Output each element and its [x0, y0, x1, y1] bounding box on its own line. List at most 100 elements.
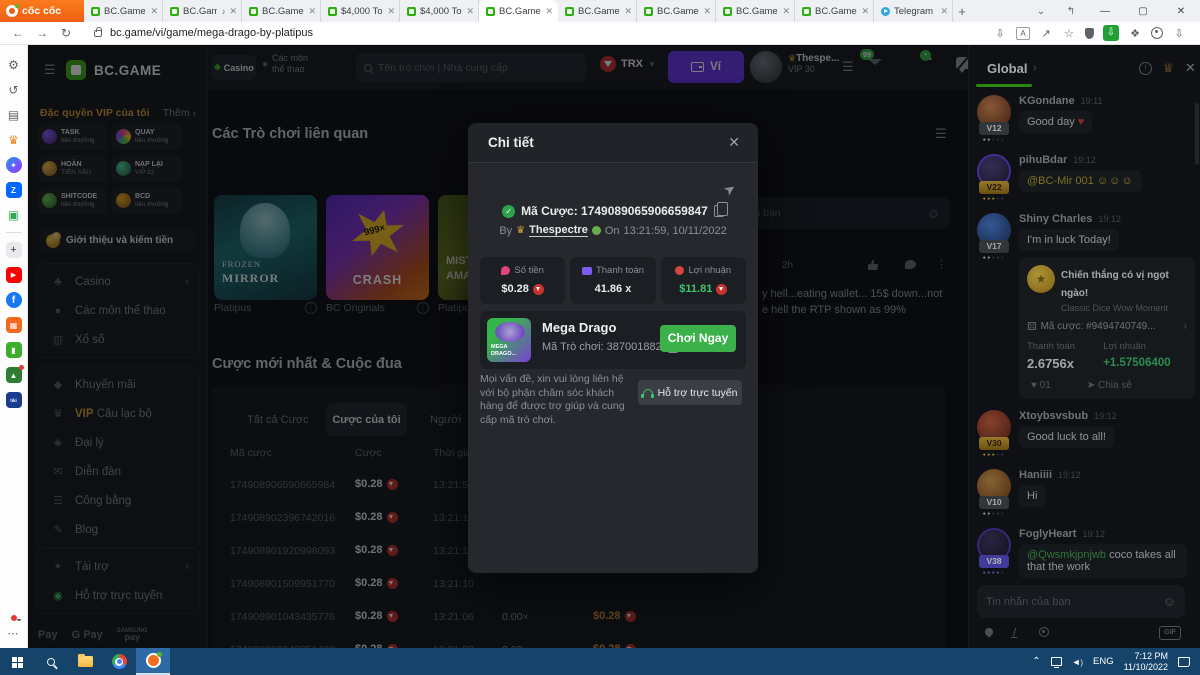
back-icon[interactable]: ← — [6, 26, 30, 40]
extensions-icon[interactable]: ❖ — [1128, 27, 1142, 40]
stat-value: 41.86 x — [595, 283, 632, 295]
bet-details-modal: Chi tiết ✕ ➤ ✓ Mã Cược: 1749089065906659… — [468, 123, 758, 573]
sidebar-more-icon[interactable]: ⋯ — [8, 627, 20, 640]
minimize-button[interactable]: — — [1086, 0, 1124, 22]
url-text[interactable]: bc.game/vi/game/mega-drago-by-platipus — [110, 27, 313, 39]
stat-icon — [582, 267, 592, 275]
browser-tab-bar: cốc cốc BC.Game ✕ BC.Gam ♪ ✕ — [0, 0, 1200, 22]
messenger-icon[interactable]: ✦ — [6, 157, 22, 173]
tab-close-icon[interactable]: ✕ — [545, 6, 553, 17]
tab-close-icon[interactable]: ✕ — [624, 6, 632, 17]
start-button[interactable] — [0, 648, 34, 675]
games-icon[interactable]: ▣ — [6, 207, 22, 223]
tab-close-icon[interactable]: ✕ — [703, 6, 711, 17]
adblock-shield-icon[interactable] — [1085, 28, 1094, 39]
modal-backdrop-chat[interactable] — [968, 45, 1200, 648]
tab-history-icon[interactable]: ↰ — [1056, 6, 1086, 17]
close-button[interactable]: ✕ — [1162, 0, 1200, 22]
coccoc-brand[interactable]: cốc cốc — [0, 0, 84, 22]
tab-close-icon[interactable]: ✕ — [466, 6, 474, 17]
new-tab-button[interactable]: + — [953, 0, 971, 22]
clock[interactable]: 7:12 PM11/10/2022 — [1124, 651, 1168, 672]
feed-icon[interactable]: ▤ — [6, 107, 22, 123]
history-icon[interactable]: ↺ — [6, 82, 22, 98]
downloads-tray-icon[interactable]: ⇩ — [1172, 27, 1186, 40]
study-icon[interactable]: ▲ — [6, 367, 22, 383]
bet-datetime: 13:21:59, 10/11/2022 — [624, 225, 727, 237]
browser-tab[interactable]: BC.Game ✕ — [716, 0, 795, 22]
tab-audio-icon[interactable]: ♪ — [221, 7, 225, 16]
tray-expand-icon[interactable]: ⌃ — [1032, 656, 1040, 667]
tab-title: BC.Game — [736, 6, 778, 17]
crown-vip-icon[interactable]: ♛ — [6, 132, 22, 148]
language-indicator[interactable]: ENG — [1093, 656, 1114, 667]
modal-close-icon[interactable]: ✕ — [728, 134, 740, 151]
add-shortcut-icon[interactable]: + — [6, 242, 22, 258]
tab-close-icon[interactable]: ✕ — [387, 6, 395, 17]
shopee-icon[interactable]: ▦ — [6, 317, 22, 333]
lock-icon[interactable] — [94, 30, 102, 37]
tab-close-icon[interactable]: ✕ — [861, 6, 869, 17]
stat-label: Lợi nhuận — [688, 265, 731, 276]
maximize-button[interactable]: ▢ — [1124, 0, 1162, 22]
file-explorer-icon[interactable] — [68, 648, 102, 675]
profile-icon[interactable] — [1151, 27, 1163, 39]
tab-close-icon[interactable]: ✕ — [782, 6, 790, 17]
browser-tab[interactable]: $4,000 Top ✕ — [321, 0, 400, 22]
volume-icon[interactable]: ◄) — [1072, 657, 1083, 667]
download-manager-icon[interactable]: ⇩ — [1103, 25, 1119, 41]
coccoc-taskbar-icon[interactable] — [136, 648, 170, 675]
translate-icon[interactable]: A — [1016, 27, 1030, 40]
bet-id-row: ✓ Mã Cược: 1749089065906659847 — [468, 204, 758, 218]
windows-taskbar: ⌃ ◄) ENG 7:12 PM11/10/2022 — [0, 648, 1200, 675]
browser-tab[interactable]: BC.Game ✕ — [795, 0, 874, 22]
taskbar-search-icon[interactable] — [34, 648, 68, 675]
bookmark-star-icon[interactable]: ☆ — [1062, 27, 1076, 40]
tab-close-icon[interactable]: ✕ — [940, 6, 948, 17]
zalo-icon[interactable]: Z — [6, 182, 22, 198]
play-now-button[interactable]: Chơi Ngay — [660, 325, 736, 352]
browser-tab[interactable]: $4,000 Top ✕ — [400, 0, 479, 22]
share-icon[interactable]: ↗ — [1039, 27, 1053, 40]
coccoc-brand-label: cốc cốc — [22, 5, 61, 17]
frog-emoji — [592, 226, 601, 235]
reload-icon[interactable]: ↻ — [54, 26, 78, 40]
chrome-icon[interactable] — [102, 648, 136, 675]
browser-sidebar: ⚙ ↺ ▤ ♛ ✦ Z ▣ + ▶ f ▦ ▮ ▲ tiki ⋯ — [0, 45, 28, 648]
browser-tab[interactable]: BC.Game ✕ — [558, 0, 637, 22]
browser-tab[interactable]: BC.Game ✕ — [479, 0, 558, 22]
facebook-icon[interactable]: f — [6, 292, 22, 308]
tab-close-icon[interactable]: ✕ — [229, 6, 237, 17]
support-note: Mọi vấn đề, xin vui lòng liên hệ với bộ … — [480, 373, 640, 427]
browser-tab[interactable]: BC.Game ✕ — [637, 0, 716, 22]
tab-favicon — [486, 7, 495, 16]
browser-tab[interactable]: BC.Gam ♪ ✕ — [163, 0, 242, 22]
tab-title: $4,000 Top — [420, 6, 462, 17]
tab-close-icon[interactable]: ✕ — [150, 6, 158, 17]
browser-tab[interactable]: Telegram ✕ — [874, 0, 953, 22]
game-thumbnail[interactable]: MEGA DRAGO... — [487, 318, 531, 362]
action-center-icon[interactable] — [1178, 657, 1190, 667]
save-page-icon[interactable]: ⇩ — [993, 27, 1007, 40]
settings-gear-icon[interactable]: ⚙ — [6, 57, 22, 73]
tab-title: BC.Game — [578, 6, 620, 17]
network-icon[interactable] — [1051, 657, 1062, 666]
live-support-button[interactable]: Hỗ trợ trực tuyến — [638, 380, 742, 405]
tab-search-icon[interactable]: ⌄ — [1026, 6, 1056, 17]
player-name[interactable]: Thespectre — [529, 224, 588, 237]
battery-saver-icon[interactable]: ▮ — [6, 342, 22, 358]
tray-date: 11/10/2022 — [1124, 662, 1168, 672]
browser-tab[interactable]: BC.Game ✕ — [84, 0, 163, 22]
address-bar: ← → ↻ bc.game/vi/game/mega-drago-by-plat… — [0, 22, 1200, 45]
forward-icon[interactable]: → — [30, 26, 54, 40]
tab-close-icon[interactable]: ✕ — [308, 6, 316, 17]
stat-card: Số tiền $0.28 — [480, 257, 565, 304]
modal-share-icon[interactable]: ➤ — [720, 179, 739, 200]
browser-tab[interactable]: BC.Game ✕ — [242, 0, 321, 22]
copy-icon[interactable] — [714, 205, 724, 217]
notification-dot — [11, 615, 17, 621]
youtube-icon[interactable]: ▶ — [6, 267, 22, 283]
tiki-icon[interactable]: tiki — [6, 392, 22, 408]
game-name: Mega Drago — [542, 320, 616, 335]
tab-title: BC.Game — [104, 6, 146, 17]
